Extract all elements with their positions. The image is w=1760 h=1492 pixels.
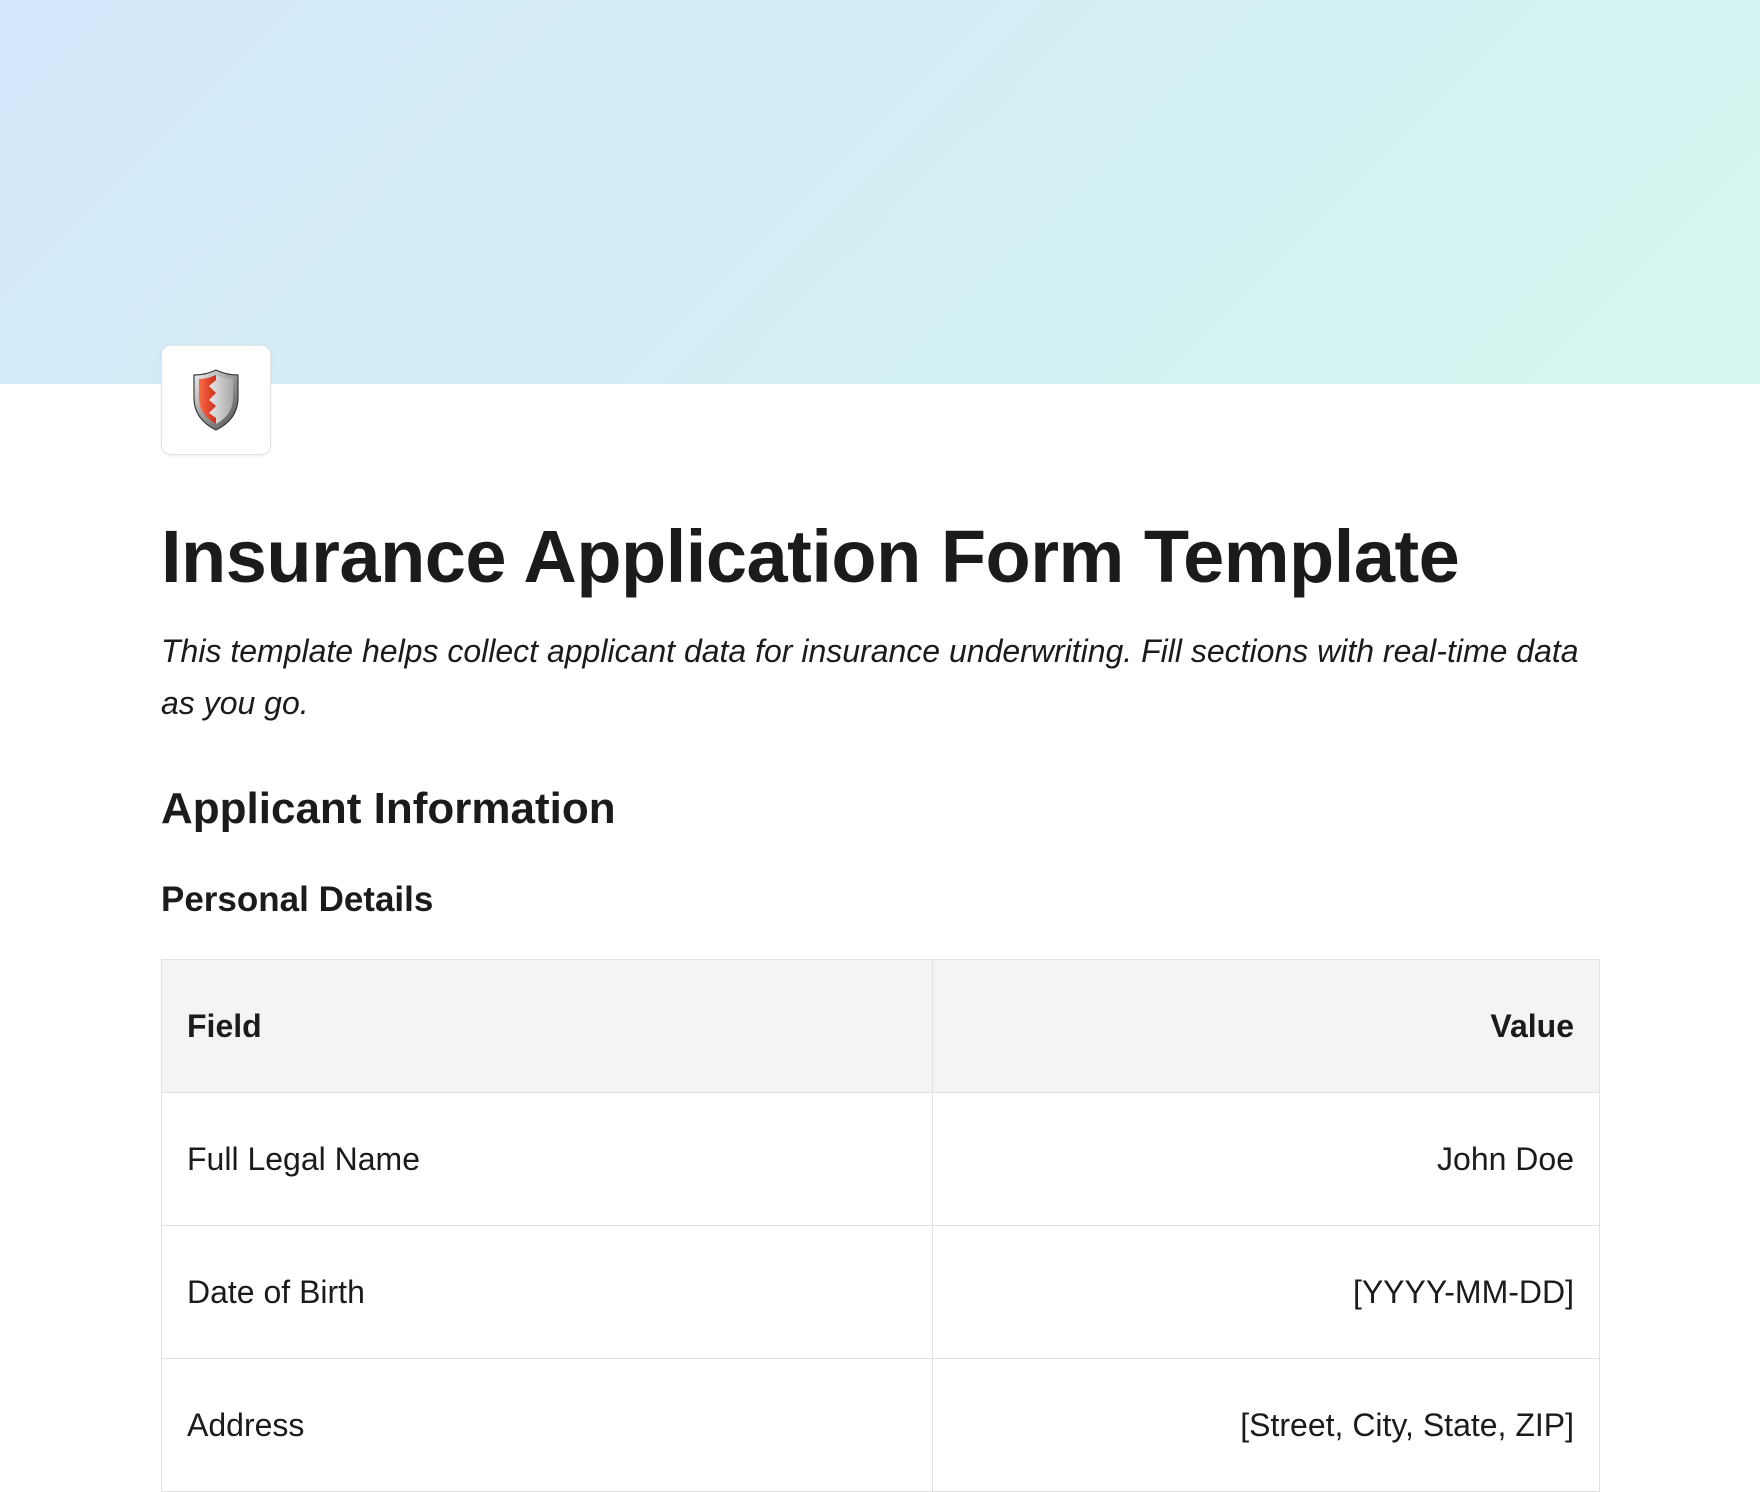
page-description[interactable]: This template helps collect applicant da… [161, 625, 1581, 729]
page-content: Insurance Application Form Template This… [161, 505, 1601, 1492]
page-icon[interactable] [161, 345, 271, 455]
personal-details-table: Field Value Full Legal Name John Doe Dat… [161, 959, 1600, 1492]
column-header-field[interactable]: Field [161, 959, 933, 1093]
table-row: Full Legal Name John Doe [161, 1092, 1600, 1226]
section-heading-applicant-information[interactable]: Applicant Information [161, 781, 1601, 837]
table-cell-field[interactable]: Date of Birth [161, 1225, 933, 1359]
cover-banner [0, 0, 1760, 384]
table-cell-field[interactable]: Address [161, 1358, 933, 1492]
table-cell-value[interactable]: [Street, City, State, ZIP] [932, 1358, 1600, 1492]
table-header-row: Field Value [161, 959, 1600, 1093]
table-row: Address [Street, City, State, ZIP] [161, 1358, 1600, 1492]
shield-icon [193, 369, 239, 431]
table-row: Date of Birth [YYYY-MM-DD] [161, 1225, 1600, 1359]
table-cell-field[interactable]: Full Legal Name [161, 1092, 933, 1226]
table-cell-value[interactable]: [YYYY-MM-DD] [932, 1225, 1600, 1359]
page-title[interactable]: Insurance Application Form Template [161, 505, 1601, 609]
column-header-value[interactable]: Value [932, 959, 1600, 1093]
subsection-heading-personal-details[interactable]: Personal Details [161, 877, 1601, 923]
table-cell-value[interactable]: John Doe [932, 1092, 1600, 1226]
